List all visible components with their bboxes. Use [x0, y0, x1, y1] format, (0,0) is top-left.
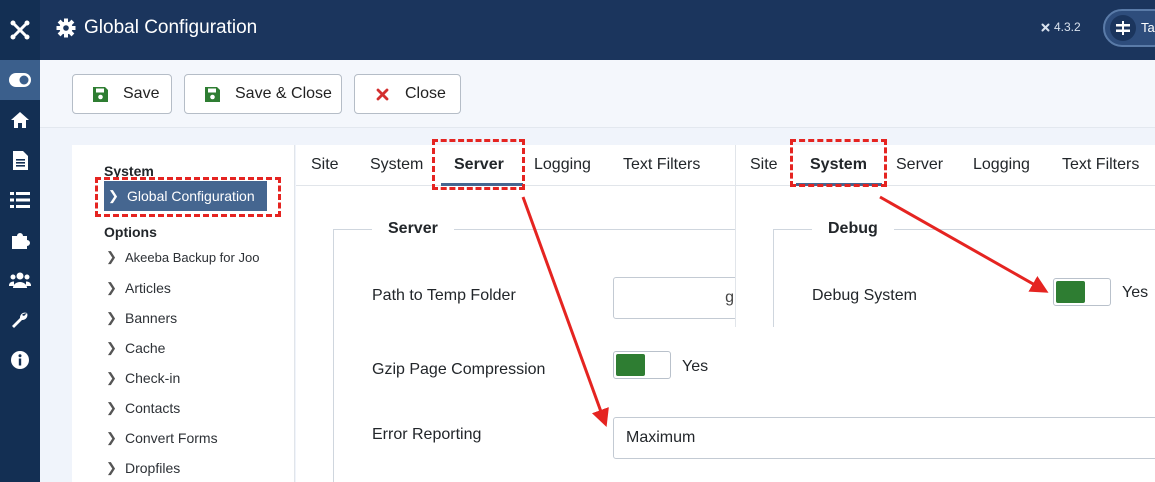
- joomla-logo-icon[interactable]: [0, 0, 40, 60]
- system-heading: System: [104, 163, 154, 179]
- save-icon: [203, 86, 221, 102]
- page-header: Global Configuration 4.3.2 Ta: [40, 0, 1155, 60]
- tab-text-filters[interactable]: Text Filters: [1062, 156, 1139, 174]
- gzip-toggle-switch[interactable]: [613, 351, 671, 379]
- sidebar-item-check-in[interactable]: ❯ Check-in: [106, 370, 180, 386]
- chevron-right-icon: ❯: [106, 249, 117, 264]
- sidebar-item-articles[interactable]: ❯ Articles: [106, 280, 171, 296]
- save-icon: [91, 86, 109, 102]
- sidebar-item-label: Check-in: [125, 370, 181, 386]
- menus-list-icon[interactable]: [0, 180, 40, 220]
- version-badge: 4.3.2: [1040, 20, 1081, 34]
- save-label: Save: [123, 85, 160, 102]
- tab-system[interactable]: System: [810, 156, 867, 174]
- components-puzzle-icon[interactable]: [0, 220, 40, 260]
- users-icon[interactable]: [0, 260, 40, 300]
- sidebar-item-contacts[interactable]: ❯ Contacts: [106, 400, 180, 416]
- chevron-right-icon: ❯: [106, 280, 117, 295]
- active-tab-indicator: [441, 183, 523, 186]
- tab-site[interactable]: Site: [750, 156, 778, 174]
- tab-site[interactable]: Site: [311, 156, 339, 174]
- server-legend: Server: [372, 220, 454, 238]
- sidebar-item-cache[interactable]: ❯ Cache: [106, 340, 165, 356]
- debug-legend: Debug: [812, 220, 894, 238]
- menu-toggle-icon[interactable]: [0, 60, 40, 100]
- sidebar-item-label: Global Configuration: [127, 188, 255, 204]
- save-close-button[interactable]: Save & Close: [184, 74, 342, 114]
- home-icon[interactable]: [0, 100, 40, 140]
- chevron-right-icon: ❯: [106, 400, 117, 415]
- options-heading: Options: [104, 224, 157, 240]
- active-tab-indicator: [796, 183, 882, 186]
- user-menu-icon: [1110, 15, 1136, 41]
- sidebar-item-label: Cache: [125, 340, 166, 356]
- page-title: Global Configuration: [84, 17, 258, 38]
- tab-logging[interactable]: Logging: [973, 156, 1030, 174]
- system-wrench-icon[interactable]: [0, 300, 40, 340]
- debug-value: Yes: [1122, 284, 1149, 301]
- sidebar-item-banners[interactable]: ❯ Banners: [106, 310, 177, 326]
- chevron-right-icon: ❯: [106, 340, 117, 355]
- tab-system[interactable]: System: [370, 156, 423, 174]
- help-info-icon[interactable]: [0, 340, 40, 380]
- sidebar-item-label: Banners: [125, 310, 178, 326]
- error-reporting-select[interactable]: Maximum: [613, 417, 1155, 459]
- version-text: 4.3.2: [1054, 20, 1081, 34]
- chevron-right-icon: ❯: [108, 188, 119, 203]
- switch-knob: [616, 354, 645, 376]
- tab-logging[interactable]: Logging: [534, 156, 591, 174]
- gzip-label: Gzip Page Compression: [372, 361, 546, 378]
- switch-knob: [1056, 281, 1085, 303]
- user-menu-button[interactable]: Ta: [1103, 9, 1155, 47]
- tab-text-filters[interactable]: Text Filters: [623, 156, 700, 174]
- error-reporting-value: Maximum: [626, 429, 696, 446]
- temp-folder-value: g: [725, 289, 734, 306]
- sidebar-item-dropfiles[interactable]: ❯ Dropfiles: [106, 460, 180, 476]
- tab-server[interactable]: Server: [896, 156, 943, 174]
- user-name-text: Ta: [1141, 20, 1155, 35]
- chevron-right-icon: ❯: [106, 430, 117, 445]
- chevron-right-icon: ❯: [106, 460, 117, 475]
- joomla-small-icon: [1041, 23, 1050, 31]
- gzip-value: Yes: [682, 358, 709, 375]
- sidebar-item-label: Akeeba Backup for Joo: [125, 249, 260, 265]
- error-reporting-label: Error Reporting: [372, 426, 482, 443]
- sidebar-item-akeeba-backup[interactable]: ❯ Akeeba Backup for Joo: [106, 249, 268, 265]
- close-button[interactable]: Close: [354, 74, 461, 114]
- tab-server[interactable]: Server: [454, 156, 504, 174]
- config-tabs: Site System Server Logging Text Filters: [736, 145, 1155, 186]
- temp-folder-label: Path to Temp Folder: [372, 287, 516, 304]
- save-button[interactable]: Save: [72, 74, 172, 114]
- debug-toggle-switch[interactable]: [1053, 278, 1111, 306]
- close-label: Close: [405, 85, 446, 102]
- sidebar-item-label: Dropfiles: [125, 460, 181, 476]
- system-config-panel: Site System Server Logging Text Filters …: [735, 145, 1155, 327]
- content-file-icon[interactable]: [0, 140, 40, 180]
- toolbar: Save Save & Close Close: [40, 60, 1155, 128]
- admin-sidebar-rail: [0, 0, 40, 482]
- chevron-right-icon: ❯: [106, 370, 117, 385]
- chevron-right-icon: ❯: [106, 310, 117, 325]
- sidebar-item-label: Contacts: [125, 400, 181, 416]
- sidebar-item-label: Articles: [125, 280, 171, 296]
- config-sidebar: System ❯ Global Configuration Options ❯ A…: [72, 145, 295, 482]
- sidebar-item-convert-forms[interactable]: ❯ Convert Forms: [106, 430, 218, 446]
- close-icon: [373, 88, 391, 101]
- debug-system-label: Debug System: [812, 287, 917, 304]
- gear-icon: [56, 18, 76, 38]
- save-close-label: Save & Close: [235, 85, 332, 102]
- sidebar-item-label: Convert Forms: [125, 430, 218, 446]
- sidebar-item-global-configuration[interactable]: ❯ Global Configuration: [104, 181, 267, 211]
